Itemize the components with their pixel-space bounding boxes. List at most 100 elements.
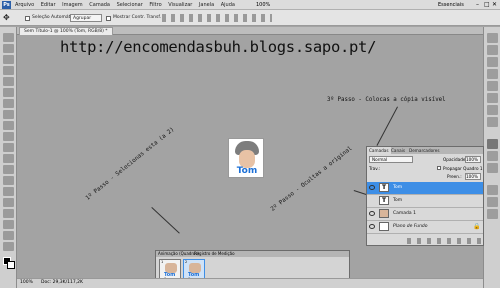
menu-visualizar[interactable]: Visualizar (168, 0, 192, 10)
navigator-panel-icon[interactable] (487, 117, 498, 127)
crop-tool-icon[interactable] (3, 77, 14, 86)
swatches-panel-icon[interactable] (487, 45, 498, 55)
close-icon[interactable]: ✕ (492, 1, 497, 8)
info-panel-icon[interactable] (487, 185, 498, 195)
tab-canais[interactable]: Canais (389, 147, 407, 154)
layer-name: Tom (393, 198, 403, 203)
visibility-eye-icon[interactable] (369, 211, 375, 216)
move-tool-icon[interactable]: ✥ (3, 13, 10, 22)
transform-controls-label: Mostrar Contr. Transf. (113, 15, 162, 20)
tab-measurement-log[interactable]: Registro de Medição (194, 251, 235, 257)
menu-ajuda[interactable]: Ajuda (221, 0, 235, 10)
opacity-label: Opacidade: (443, 157, 467, 162)
minimize-icon[interactable]: – (476, 1, 479, 8)
styles-panel-icon[interactable] (487, 57, 498, 67)
menu-imagem[interactable]: Imagem (62, 0, 83, 10)
brush-tool-icon[interactable] (3, 110, 14, 119)
menu-janela[interactable]: Janela (199, 0, 214, 10)
type-tool-icon[interactable] (3, 198, 14, 207)
lock-icon: 🔒 (473, 223, 481, 230)
document-tab-bar: Sem Título-1 @ 100% (Tom, RGB/8) * (17, 27, 483, 35)
visibility-eye-icon[interactable] (369, 224, 375, 229)
tab-demarcadores[interactable]: Demarcadores (407, 147, 442, 154)
frame-number: 2 (185, 260, 188, 264)
background-color-swatch[interactable] (7, 261, 15, 269)
step3-annotation: 3º Passo - Colocas a cópia visível (327, 97, 446, 103)
shape-tool-icon[interactable] (3, 220, 14, 229)
workspace-switcher[interactable]: Essenciais (438, 0, 464, 10)
history-brush-tool-icon[interactable] (3, 132, 14, 141)
eraser-tool-icon[interactable] (3, 143, 14, 152)
blur-tool-icon[interactable] (3, 165, 14, 174)
adjustments-panel-icon[interactable] (487, 69, 498, 79)
image-layer-thumbnail (379, 209, 389, 218)
layer-name: Camada 1 (393, 211, 416, 216)
blend-mode-dropdown[interactable]: Normal (369, 156, 413, 163)
menu-bar: Ps Arquivo Editar Imagem Camada Selecion… (0, 0, 500, 10)
panel-dock (483, 27, 500, 288)
paths-panel-icon[interactable] (487, 163, 498, 173)
menu-editar[interactable]: Editar (41, 0, 56, 10)
tab-camadas[interactable]: Camadas (367, 147, 391, 154)
layers-panel-icon[interactable] (487, 139, 498, 149)
frame-number: 1 (161, 260, 164, 264)
actions-panel-icon[interactable] (487, 105, 498, 115)
status-document-size: Doc: 29,3K/117,2K (41, 280, 83, 285)
path-select-tool-icon[interactable] (3, 209, 14, 218)
move-tool-icon[interactable] (3, 33, 14, 42)
layer-row-background[interactable]: Plano de Fundo 🔒 (367, 221, 483, 234)
healing-tool-icon[interactable] (3, 99, 14, 108)
propagate-label: Propagar Quadro 1 (443, 166, 483, 171)
eyedropper-tool-icon[interactable] (3, 88, 14, 97)
marquee-tool-icon[interactable] (3, 44, 14, 53)
zoom-level-menu[interactable]: 100% (256, 0, 270, 10)
quick-select-tool-icon[interactable] (3, 66, 14, 75)
opacity-input[interactable]: 100% (465, 156, 481, 163)
zoom-tool-icon[interactable] (3, 242, 14, 251)
pen-tool-icon[interactable] (3, 187, 14, 196)
text-layer-icon: T (379, 183, 389, 192)
maximize-icon[interactable]: □ (484, 1, 490, 8)
channels-panel-icon[interactable] (487, 151, 498, 161)
menu-camada[interactable]: Camada (89, 0, 110, 10)
menu-filtro[interactable]: Filtro (149, 0, 161, 10)
align-buttons[interactable] (162, 14, 272, 22)
layer-row-tom-visible[interactable]: T Tom (367, 182, 483, 195)
paragraph-panel-icon[interactable] (487, 209, 498, 219)
clone-stamp-tool-icon[interactable] (3, 121, 14, 130)
lasso-tool-icon[interactable] (3, 55, 14, 64)
propagate-checkbox[interactable] (437, 166, 441, 170)
status-bar: 100% Doc: 29,3K/117,2K (17, 278, 483, 288)
history-panel-icon[interactable] (487, 93, 498, 103)
menu-arquivo[interactable]: Arquivo (15, 0, 34, 10)
document-tab[interactable]: Sem Título-1 @ 100% (Tom, RGB/8) * (19, 27, 113, 35)
tom-photo: Tom (228, 138, 264, 178)
layers-footer-buttons[interactable] (407, 238, 481, 244)
layer-row-camada-1[interactable]: Camada 1 (367, 208, 483, 221)
character-panel-icon[interactable] (487, 197, 498, 207)
background-layer-thumbnail (379, 222, 389, 231)
status-zoom[interactable]: 100% (20, 280, 33, 285)
autoselect-dropdown[interactable]: Agrupar (70, 14, 102, 22)
photoshop-logo[interactable]: Ps (2, 1, 11, 9)
layer-row-tom-hidden[interactable]: T Tom (367, 195, 483, 208)
masks-panel-icon[interactable] (487, 81, 498, 91)
hand-tool-icon[interactable] (3, 231, 14, 240)
color-panel-icon[interactable] (487, 33, 498, 43)
gradient-tool-icon[interactable] (3, 154, 14, 163)
lock-label: Trav.: (369, 166, 381, 171)
autoselect-checkbox[interactable] (25, 16, 30, 21)
visibility-eye-icon[interactable] (369, 185, 375, 190)
fill-label: Preen.: (447, 174, 462, 179)
layers-panel: Camadas Canais Demarcadores Normal Opaci… (366, 146, 484, 246)
layer-name: Plano de Fundo (393, 224, 428, 229)
fill-input[interactable]: 100% (465, 173, 481, 180)
layers-panel-tabs: Camadas Canais Demarcadores (367, 147, 483, 154)
animation-panel-tabs: Animação (Quadros) Registro de Medição (156, 251, 349, 257)
dodge-tool-icon[interactable] (3, 176, 14, 185)
transform-controls-checkbox[interactable] (106, 16, 111, 21)
photo-text: Tom (236, 166, 258, 176)
menu-selecionar[interactable]: Selecionar (117, 0, 143, 10)
options-bar: ✥ Seleção Automática: Agrupar Mostrar Co… (0, 10, 500, 26)
tab-animation-frames[interactable]: Animação (Quadros) (158, 251, 199, 257)
